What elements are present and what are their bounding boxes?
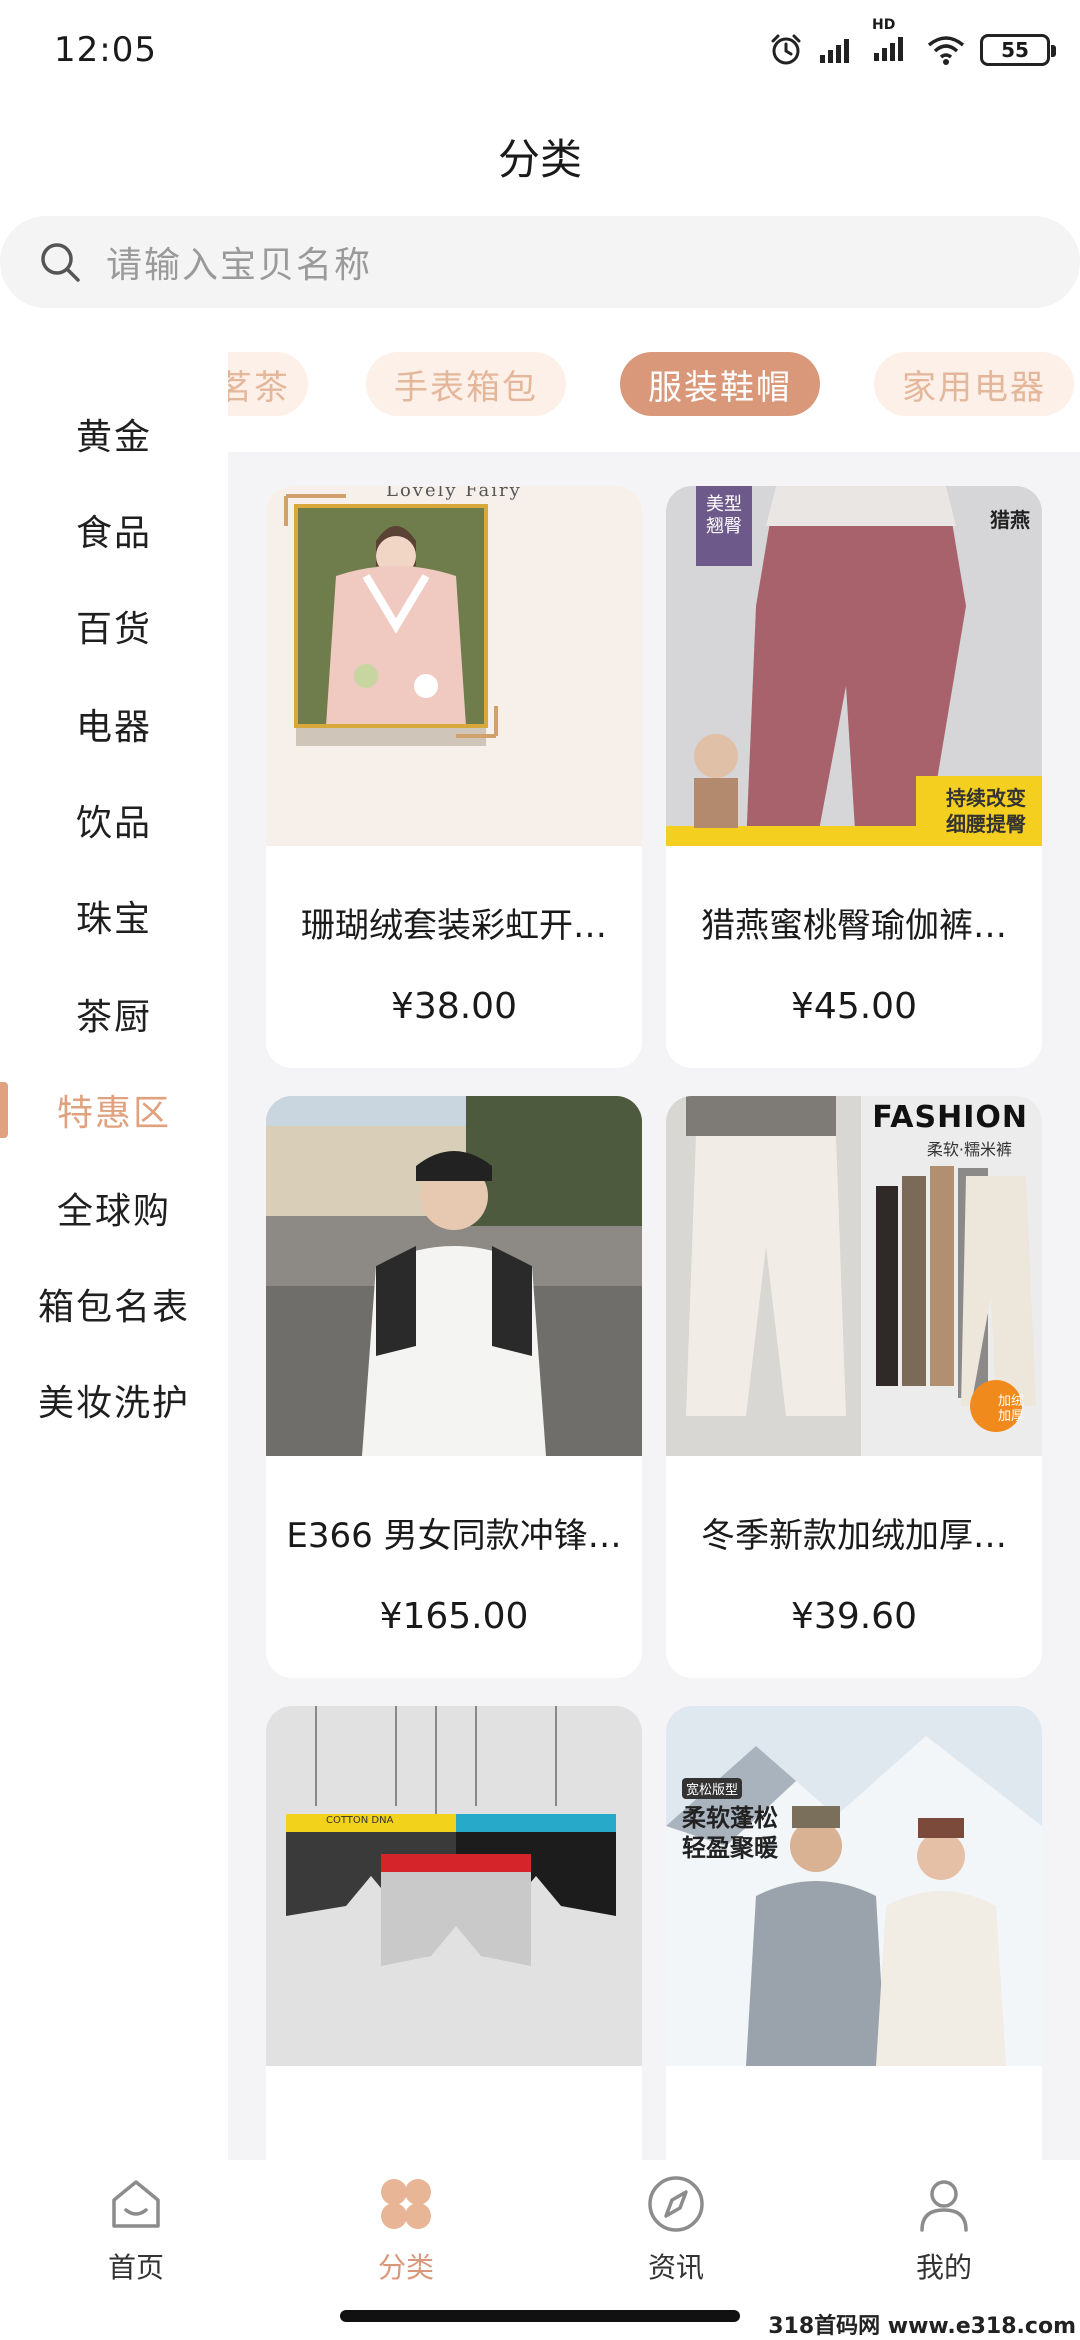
tab-home-appliances[interactable]: 家用电器 bbox=[874, 352, 1074, 416]
product-area: 茗茶 手表箱包 服装鞋帽 家用电器 Lovely Fairy 珊瑚绒套装彩虹开… bbox=[228, 310, 1080, 2160]
page-title: 分类 bbox=[497, 135, 582, 184]
search-input[interactable]: 请输入宝贝名称 bbox=[106, 236, 372, 288]
product-price: ¥165.00 bbox=[379, 1596, 529, 1637]
sidebar-item-appliances[interactable]: 电器 bbox=[0, 674, 228, 774]
sidebar-item-general-goods[interactable]: 百货 bbox=[0, 576, 228, 676]
watermark: 318首码网 www.e318.com bbox=[768, 2314, 1076, 2339]
product-price: ¥38.00 bbox=[391, 986, 517, 1027]
status-bar: 12:05 HD 55 bbox=[0, 0, 1080, 100]
product-image-text: 轻盈聚暖 bbox=[682, 1834, 778, 1862]
home-icon bbox=[112, 2180, 160, 2228]
product-image-text: COTTON DNA bbox=[326, 1815, 394, 1826]
signal-icon bbox=[820, 39, 849, 63]
product-image: Lovely Fairy bbox=[266, 486, 642, 846]
product-price: ¥39.60 bbox=[791, 1596, 917, 1637]
tab-tea[interactable]: 茗茶 bbox=[228, 352, 308, 416]
nav-label: 资讯 bbox=[647, 2251, 704, 2284]
product-image-text: FASHION bbox=[872, 1100, 1028, 1135]
product-card[interactable]: Lovely Fairy 珊瑚绒套装彩虹开… ¥38.00 bbox=[266, 486, 642, 1068]
product-image-text: 柔软·糯米裤 bbox=[926, 1140, 1012, 1159]
sidebar-item-jewelry[interactable]: 珠宝 bbox=[0, 866, 228, 966]
home-indicator[interactable] bbox=[340, 2310, 740, 2322]
product-image-text: 宽松版型 bbox=[682, 1778, 743, 1799]
tab-clothing[interactable]: 服装鞋帽 bbox=[620, 352, 820, 416]
product-title: 珊瑚绒套装彩虹开… bbox=[301, 906, 607, 946]
sidebar-item-global[interactable]: 全球购 bbox=[0, 1158, 228, 1258]
compass-icon bbox=[648, 2176, 704, 2232]
wifi-icon bbox=[927, 36, 965, 65]
search-bar[interactable]: 请输入宝贝名称 bbox=[0, 216, 1080, 308]
product-image: 美型翘臀 猎燕 持续改变 细腰提臀 bbox=[666, 486, 1042, 846]
network-label: HD bbox=[872, 17, 896, 33]
nav-profile[interactable]: 我的 bbox=[844, 2172, 1044, 2292]
product-card[interactable]: 美型翘臀 猎燕 持续改变 细腰提臀 猎燕蜜桃臀瑜伽裤… ¥45.00 bbox=[666, 486, 1042, 1068]
sidebar-item-drinks[interactable]: 饮品 bbox=[0, 770, 228, 870]
product-image-text: 持续改变 bbox=[946, 786, 1026, 810]
sidebar-item-gold[interactable]: 黄金 bbox=[0, 384, 228, 484]
product-card[interactable]: COTTON DNA bbox=[266, 1706, 642, 2160]
search-icon bbox=[41, 243, 80, 282]
nav-category[interactable]: 分类 bbox=[306, 2172, 506, 2292]
subcategory-tabs: 茗茶 手表箱包 服装鞋帽 家用电器 bbox=[228, 310, 1080, 452]
product-image: FASHION 柔软·糯米裤 加绒加厚 bbox=[666, 1096, 1042, 1456]
product-title: 冬季新款加绒加厚… bbox=[701, 1516, 1007, 1556]
status-icons: HD 55 bbox=[768, 17, 1056, 72]
product-image: 宽松版型 柔软蓬松 轻盈聚暖 bbox=[666, 1706, 1042, 2066]
tab-watches-bags[interactable]: 手表箱包 bbox=[366, 352, 566, 416]
category-sidebar: 黄金 食品 百货 电器 饮品 珠宝 茶厨 特惠区 全球购 箱包名表 美妆洗护 bbox=[0, 310, 228, 2150]
product-image-text: 美型翘臀 bbox=[706, 494, 742, 537]
battery-level: 55 bbox=[1001, 38, 1029, 62]
sidebar-item-tea-kitchen[interactable]: 茶厨 bbox=[0, 964, 228, 1064]
nav-label: 分类 bbox=[377, 2251, 434, 2284]
product-card[interactable]: 宽松版型 柔软蓬松 轻盈聚暖 bbox=[666, 1706, 1042, 2160]
product-card[interactable]: FASHION 柔软·糯米裤 加绒加厚 冬季新款加绒加厚… ¥39.60 bbox=[666, 1096, 1042, 1678]
product-image-text: 加绒加厚 bbox=[997, 1394, 1024, 1424]
sidebar-item-special-deals[interactable]: 特惠区 bbox=[0, 1060, 228, 1160]
brand-label: 猎燕 bbox=[990, 508, 1030, 532]
product-image-text: Lovely Fairy bbox=[386, 486, 522, 501]
product-card[interactable]: E366 男女同款冲锋… ¥165.00 bbox=[266, 1096, 642, 1678]
battery-indicator: 55 bbox=[980, 34, 1056, 66]
profile-icon bbox=[920, 2180, 968, 2232]
alarm-icon bbox=[771, 34, 801, 65]
status-time: 12:05 bbox=[54, 30, 157, 70]
product-price: ¥45.00 bbox=[791, 986, 917, 1027]
product-title: E366 男女同款冲锋… bbox=[286, 1516, 622, 1556]
product-image-text: 细腰提臀 bbox=[946, 812, 1026, 836]
sidebar-item-food[interactable]: 食品 bbox=[0, 480, 228, 580]
nav-home[interactable]: 首页 bbox=[36, 2172, 236, 2292]
product-title: 猎燕蜜桃臀瑜伽裤… bbox=[701, 906, 1007, 946]
nav-news[interactable]: 资讯 bbox=[576, 2172, 776, 2292]
sidebar-item-bags-watches[interactable]: 箱包名表 bbox=[0, 1254, 228, 1354]
product-image: COTTON DNA bbox=[266, 1706, 642, 2066]
nav-label: 首页 bbox=[107, 2251, 164, 2284]
product-image bbox=[266, 1096, 642, 1456]
category-icon bbox=[381, 2179, 431, 2229]
sidebar-item-beauty[interactable]: 美妆洗护 bbox=[0, 1350, 228, 1450]
signal-hd-icon: HD bbox=[872, 17, 912, 67]
nav-label: 我的 bbox=[915, 2251, 972, 2284]
